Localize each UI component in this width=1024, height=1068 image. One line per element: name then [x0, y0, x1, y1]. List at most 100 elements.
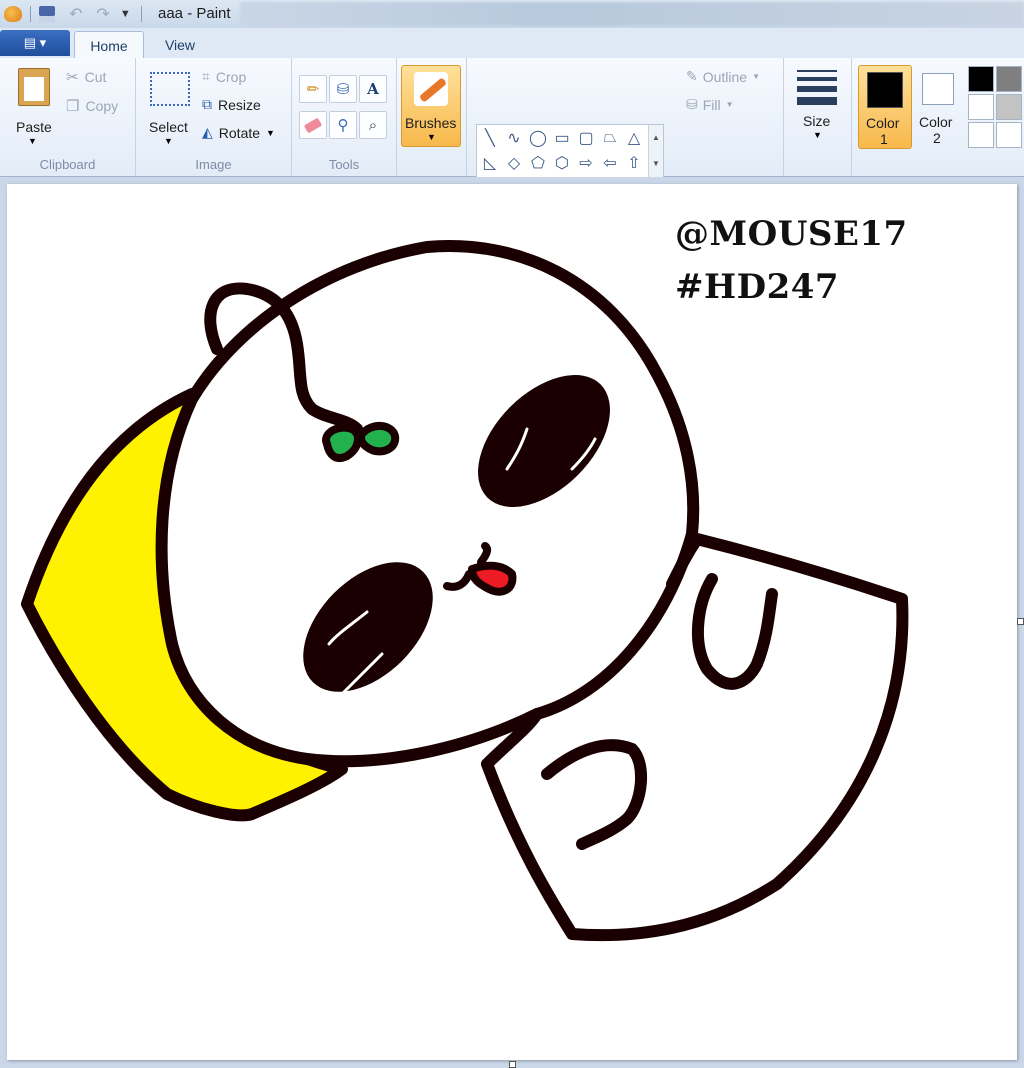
line-shape-icon[interactable]: ╲	[479, 127, 501, 149]
palette-swatch-white[interactable]	[968, 94, 994, 120]
crop-icon: ⌗	[202, 68, 210, 84]
tab-view[interactable]: View	[150, 31, 210, 58]
image-group: Select ▼ ⌗ Crop ⧉ Resize ◭ Rotate ▼ Imag…	[136, 58, 292, 176]
right-arrow-shape-icon[interactable]: ⇨	[575, 152, 597, 174]
color1-swatch	[867, 72, 903, 108]
palette-swatch-empty[interactable]	[968, 122, 994, 148]
pencil-icon[interactable]: ✏	[299, 75, 327, 103]
select-button[interactable]: Select ▼	[144, 64, 194, 146]
color2-swatch	[922, 73, 954, 105]
chevron-down-icon: ▼	[813, 130, 822, 140]
polygon-shape-icon[interactable]: ⏢	[599, 127, 621, 149]
color1-button[interactable]: Color 1	[858, 65, 912, 149]
paint-menu-button[interactable]: ▤ ▾	[0, 30, 70, 56]
chevron-down-icon: ▼	[266, 127, 275, 138]
cut-label: Cut	[84, 69, 107, 85]
paint-app-icon[interactable]	[4, 6, 22, 22]
palette-swatch-empty[interactable]	[996, 122, 1022, 148]
size-group: Size ▼	[783, 58, 852, 176]
brush-icon	[414, 72, 448, 106]
chevron-down-icon: ▼	[752, 72, 761, 81]
divider	[140, 6, 142, 22]
palette-swatch-gray[interactable]	[996, 66, 1022, 92]
oval-shape-icon[interactable]: ◯	[527, 127, 549, 149]
pentagon-shape-icon[interactable]: ⬠	[527, 152, 549, 174]
doodle-drawing	[21, 240, 909, 942]
title-bar: ↶ ↷ ▼ aaa - Paint	[0, 0, 1024, 29]
divider	[30, 6, 31, 22]
color1-number: 1	[880, 131, 888, 147]
rotate-icon: ◭	[202, 124, 213, 140]
paste-button[interactable]: Paste ▼	[10, 64, 58, 146]
resize-icon: ⧉	[202, 96, 212, 112]
ribbon: Paste ▼ ✂ Cut ❐ Copy Clipboard Select ▼ …	[0, 58, 1024, 206]
triangle-shape-icon[interactable]: △	[623, 127, 645, 149]
paste-label: Paste	[16, 119, 52, 135]
resize-handle-right[interactable]	[1017, 618, 1024, 625]
select-label: Select	[149, 119, 188, 135]
cut-button[interactable]: ✂ Cut	[66, 68, 106, 86]
up-arrow-shape-icon[interactable]: ⇧	[623, 152, 645, 174]
color2-number: 2	[933, 130, 941, 146]
chevron-down-icon: ▼	[725, 100, 734, 109]
canvas-text-line1: @MOUSE17	[675, 214, 908, 254]
fill-bucket-icon[interactable]: ⛁	[329, 75, 357, 103]
fill-button[interactable]: ⛁ Fill ▼	[686, 96, 734, 113]
quick-access-toolbar: ↶ ↷ ▼	[4, 4, 142, 24]
tab-home[interactable]: Home	[74, 31, 144, 59]
image-group-label: Image	[195, 157, 232, 172]
color1-label: Color	[866, 115, 900, 131]
brushes-label: Brushes	[405, 115, 457, 131]
crop-label: Crop	[215, 68, 247, 85]
left-arrow-shape-icon[interactable]: ⇦	[599, 152, 621, 174]
copy-button[interactable]: ❐ Copy	[66, 97, 118, 115]
copy-label: Copy	[85, 98, 119, 114]
canvas-text-line2: #HD247	[675, 267, 840, 307]
fill-label: Fill	[702, 96, 721, 113]
diamond-shape-icon[interactable]: ◇	[503, 152, 525, 174]
chevron-down-icon: ▼	[164, 136, 173, 146]
rotate-button[interactable]: ◭ Rotate ▼	[202, 124, 275, 141]
outline-button[interactable]: ✎ Outline ▼	[686, 68, 760, 85]
taskbar-background	[240, 2, 1024, 26]
drawing-canvas[interactable]: @MOUSE17 #HD247	[7, 184, 1017, 1060]
canvas-area: @MOUSE17 #HD247	[0, 177, 1024, 1068]
tools-group-label: Tools	[328, 157, 360, 172]
window-title: aaa - Paint	[158, 5, 231, 22]
ribbon-tab-bar: ▤ ▾ Home View	[0, 28, 1024, 59]
size-button[interactable]: Size ▼	[793, 64, 841, 146]
palette-swatch-light-gray[interactable]	[996, 94, 1022, 120]
color2-label: Color	[919, 114, 953, 130]
fill-icon: ⛁	[686, 96, 698, 112]
color2-button[interactable]: Color 2	[914, 65, 962, 147]
scissors-icon: ✂	[66, 69, 79, 86]
menu-icon: ▤ ▾	[23, 35, 47, 50]
rectangle-shape-icon[interactable]: ▭	[551, 127, 573, 149]
outline-icon: ✎	[686, 68, 698, 84]
undo-icon[interactable]: ↶	[69, 4, 82, 24]
tools-group: ✏ ⛁ A ⚲ ⌕ Tools	[292, 58, 397, 176]
palette-swatch-black[interactable]	[968, 66, 994, 92]
magnifier-icon[interactable]: ⌕	[359, 111, 387, 139]
resize-button[interactable]: ⧉ Resize	[202, 96, 261, 113]
right-triangle-shape-icon[interactable]: ◺	[479, 152, 501, 174]
eraser-icon[interactable]	[299, 111, 327, 139]
chevron-down-icon: ▼	[28, 136, 37, 146]
line-width-icon	[797, 70, 837, 105]
save-icon[interactable]	[39, 6, 55, 22]
resize-label: Resize	[218, 96, 261, 113]
clipboard-group-label: Clipboard	[39, 157, 96, 172]
rounded-rectangle-shape-icon[interactable]: ▢	[575, 127, 597, 149]
clipboard-group: Paste ▼ ✂ Cut ❐ Copy Clipboard	[0, 58, 136, 176]
curve-shape-icon[interactable]: ∿	[503, 127, 525, 149]
copy-icon: ❐	[66, 98, 80, 115]
color-picker-icon[interactable]: ⚲	[329, 111, 357, 139]
brushes-button[interactable]: Brushes ▼	[401, 65, 461, 147]
customize-dropdown-icon[interactable]: ▼	[120, 8, 131, 20]
outline-label: Outline	[702, 68, 748, 85]
crop-button[interactable]: ⌗ Crop	[202, 68, 246, 85]
redo-icon[interactable]: ↷	[96, 4, 109, 24]
resize-handle-bottom[interactable]	[509, 1061, 516, 1068]
hexagon-shape-icon[interactable]: ⬡	[551, 152, 573, 174]
text-icon[interactable]: A	[359, 75, 387, 103]
